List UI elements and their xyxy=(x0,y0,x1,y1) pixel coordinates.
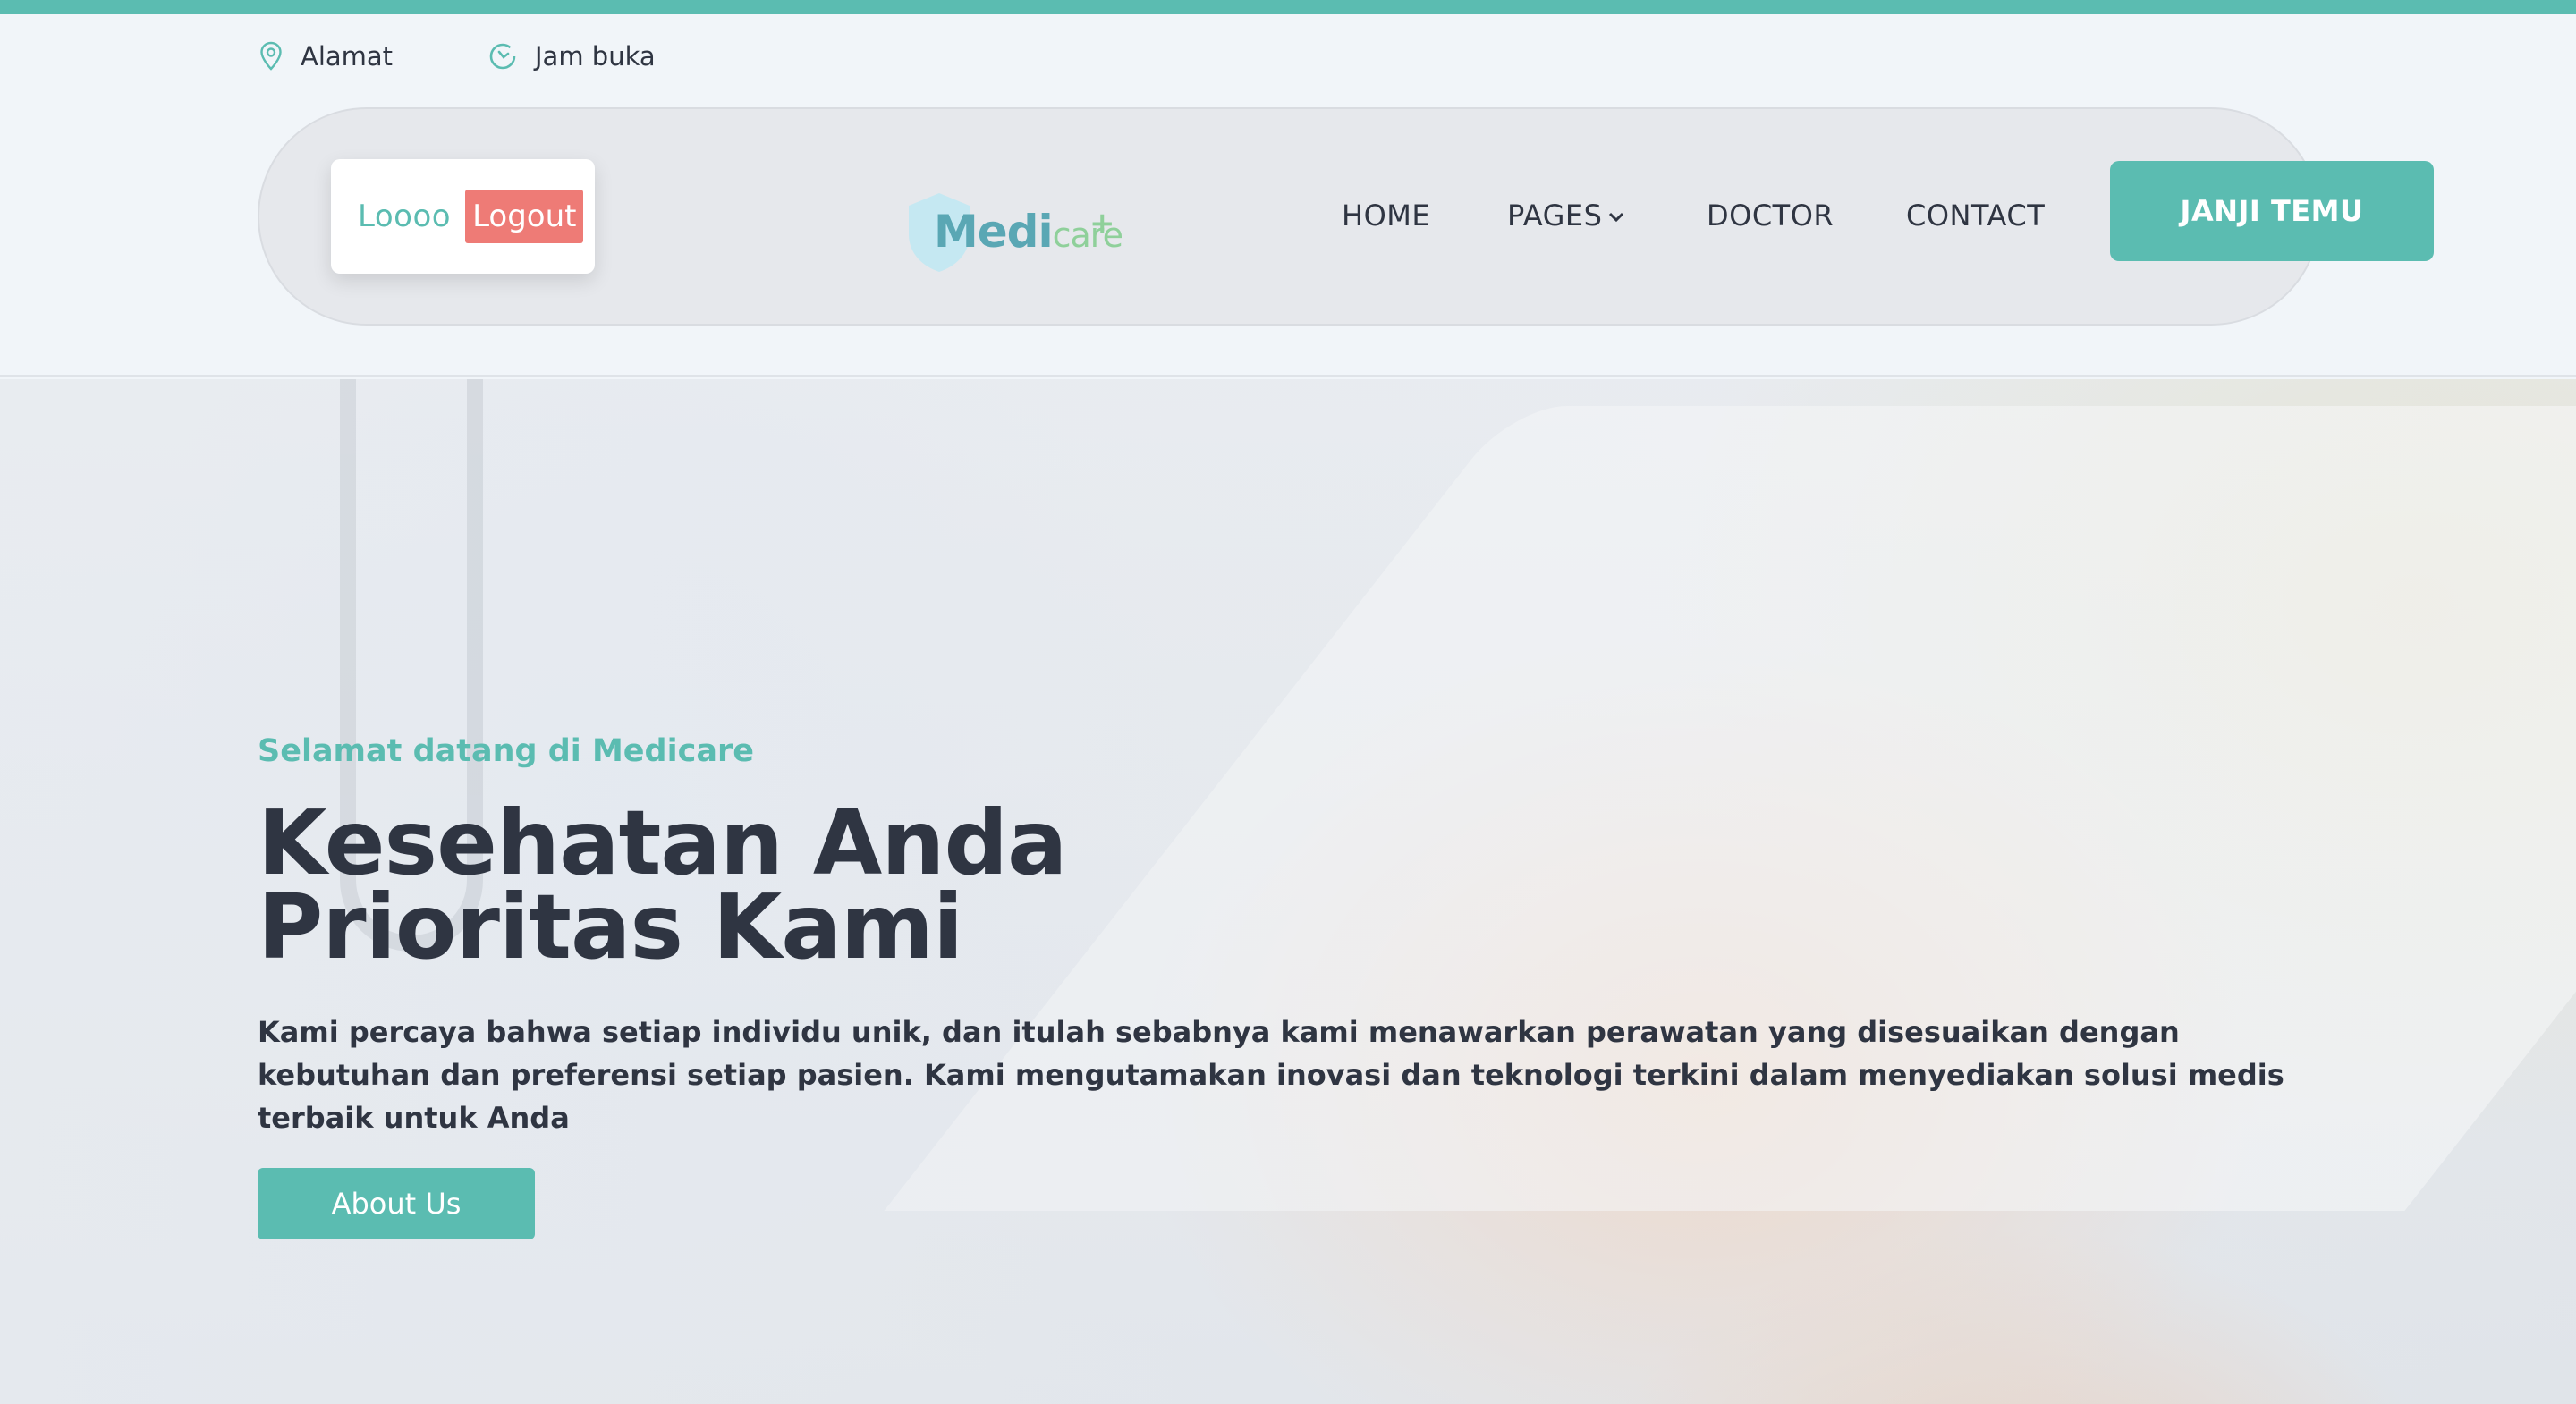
medicare-logo[interactable]: Medicare + xyxy=(903,190,1123,279)
clock-icon xyxy=(489,43,516,70)
info-topbar: Alamat Jam buka xyxy=(0,14,2576,107)
appointment-button[interactable]: JANJI TEMU xyxy=(2110,161,2434,261)
hero-title-line-1: Kesehatan Anda xyxy=(258,791,1068,895)
username: Loooo xyxy=(358,199,452,234)
hero-title-line-2: Prioritas Kami xyxy=(258,875,963,979)
plus-icon: + xyxy=(1089,206,1115,241)
logout-button[interactable]: Logout xyxy=(465,190,584,243)
address-label: Alamat xyxy=(301,41,394,72)
hero-description: Kami percaya bahwa setiap individu unik,… xyxy=(258,1015,2284,1135)
nav-doctor[interactable]: DOCTOR xyxy=(1707,199,1834,233)
hours-label: Jam buka xyxy=(535,41,656,72)
nav-home[interactable]: HOME xyxy=(1342,199,1430,233)
hero-title: Kesehatan Anda Prioritas Kami xyxy=(258,791,1068,979)
nav-contact[interactable]: CONTACT xyxy=(1906,199,2045,233)
hours-info[interactable]: Jam buka xyxy=(488,41,656,72)
about-us-button[interactable]: About Us xyxy=(258,1168,535,1239)
nav-pages[interactable]: PAGES xyxy=(1507,199,1625,233)
map-pin-icon xyxy=(260,41,282,71)
top-accent-stripe xyxy=(0,0,2576,14)
logo-medi: Medi xyxy=(934,206,1054,258)
hero-subtitle: Selamat datang di Medicare xyxy=(258,733,754,769)
nav-pages-label: PAGES xyxy=(1507,199,1603,233)
address-info[interactable]: Alamat xyxy=(259,41,393,72)
user-panel: Loooo Logout xyxy=(331,159,595,274)
chevron-down-icon xyxy=(1609,212,1624,223)
